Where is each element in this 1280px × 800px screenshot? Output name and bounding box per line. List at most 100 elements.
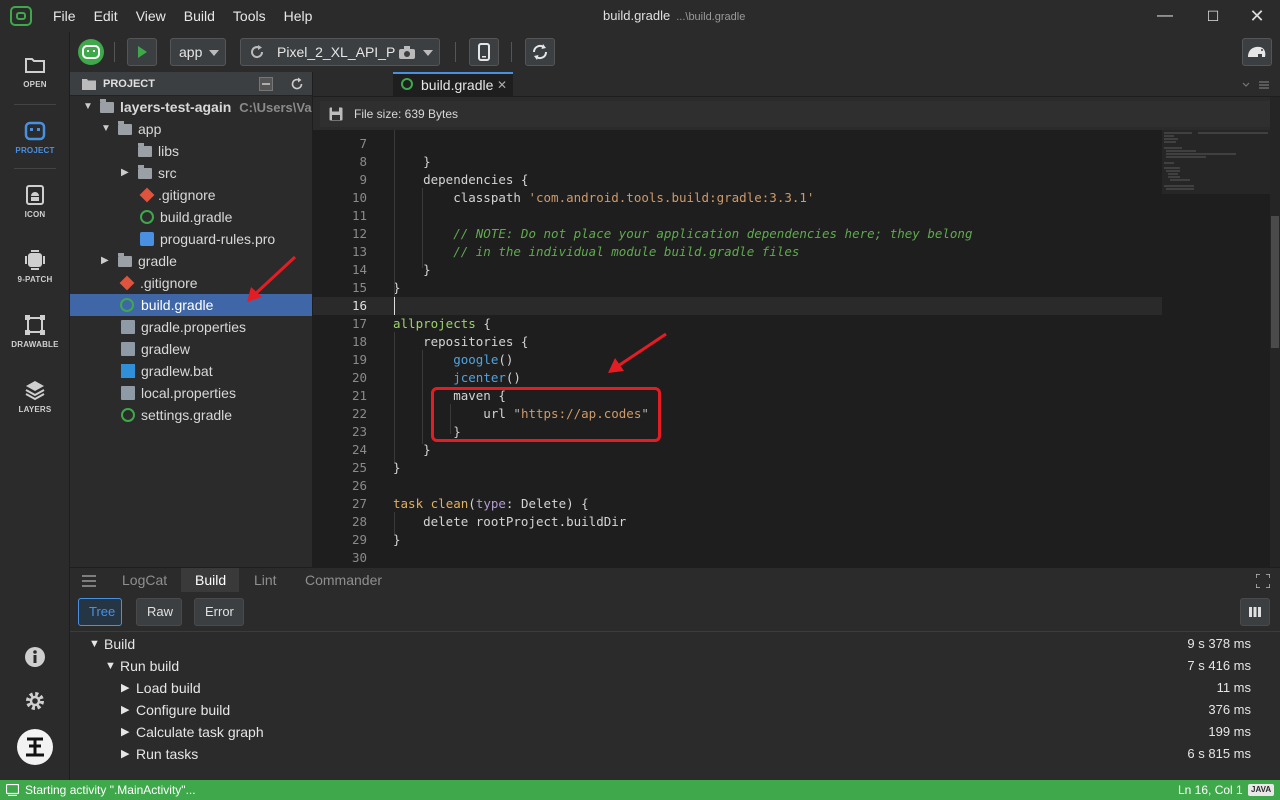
hamburger-menu-icon[interactable] <box>82 575 96 587</box>
chevron-down-icon[interactable]: ▼ <box>89 633 100 655</box>
device-preview-button[interactable] <box>469 38 499 66</box>
code-line[interactable]: 25} <box>313 459 1162 477</box>
menu-tools[interactable]: Tools <box>224 0 275 32</box>
window-title-path: ...\build.gradle <box>676 11 746 23</box>
code-line[interactable]: 20 jcenter() <box>313 369 1162 387</box>
code-line[interactable]: 16 <box>313 297 1162 315</box>
git-icon <box>119 275 135 291</box>
camera-icon[interactable] <box>399 46 415 59</box>
code-line[interactable]: 11 <box>313 207 1162 225</box>
indent-guide <box>422 350 423 444</box>
language-badge[interactable]: JAVA <box>1248 784 1275 796</box>
gradle-assistant-button[interactable] <box>1242 38 1272 66</box>
maximize-panel-icon[interactable] <box>1256 574 1270 588</box>
tree-item-app[interactable]: ▼ app <box>70 118 312 140</box>
code-token: { <box>475 316 491 331</box>
tree-item-proguard-rules[interactable]: proguard-rules.pro <box>70 228 312 250</box>
tree-item-app-gitignore[interactable]: .gitignore <box>70 184 312 206</box>
info-icon[interactable] <box>24 646 46 668</box>
activity-layers-button[interactable]: LAYERS <box>0 371 70 431</box>
tab-build-gradle[interactable]: build.gradle ✕ <box>393 72 513 97</box>
chevron-right-icon[interactable]: ▶ <box>121 699 129 721</box>
chevron-right-icon[interactable]: ▶ <box>121 721 129 743</box>
sync-button[interactable] <box>525 38 555 66</box>
code-line[interactable]: 26 <box>313 477 1162 495</box>
menu-view[interactable]: View <box>127 0 175 32</box>
collapse-all-icon[interactable] <box>259 77 273 91</box>
menu-file[interactable]: File <box>44 0 85 32</box>
activity-ninepatch-button[interactable]: 9-PATCH <box>0 241 70 301</box>
menu-edit[interactable]: Edit <box>85 0 127 32</box>
text-cursor <box>394 297 395 315</box>
activity-project-button[interactable]: PROJECT <box>0 112 70 172</box>
code-line[interactable]: 15} <box>313 279 1162 297</box>
close-tab-icon[interactable]: ✕ <box>497 74 507 97</box>
settings-gear-icon[interactable] <box>23 689 47 713</box>
code-line[interactable]: 18 repositories { <box>313 333 1162 351</box>
module-select[interactable]: app <box>170 38 226 66</box>
tree-item-gradle-properties[interactable]: gradle.properties <box>70 316 312 338</box>
code-line[interactable]: 8 } <box>313 153 1162 171</box>
code-line[interactable]: 30 <box>313 549 1162 567</box>
device-select[interactable]: Pixel_2_XL_API_P <box>240 38 440 66</box>
code-line[interactable]: 14 } <box>313 261 1162 279</box>
chevron-right-icon[interactable]: ▶ <box>121 743 129 765</box>
code-line[interactable]: 9 dependencies { <box>313 171 1162 189</box>
user-avatar[interactable] <box>17 729 53 765</box>
maximize-button[interactable]: ☐ <box>1190 0 1236 32</box>
build-tree-row[interactable]: ▼ Run build 7 s 416 ms <box>70 655 1280 677</box>
run-button[interactable] <box>127 38 157 66</box>
cursor-position[interactable]: Ln 16, Col 1 <box>1178 780 1243 800</box>
code-editor[interactable]: 30 29} 28 delete rootProject.buildDir 27 tas… <box>313 130 1270 567</box>
menu-build[interactable]: Build <box>175 0 224 32</box>
view-mode-raw[interactable]: Raw <box>136 598 182 626</box>
tab-commander[interactable]: Commander <box>295 568 395 593</box>
build-tree-row[interactable]: ▶ Calculate task graph 199 ms <box>70 721 1280 743</box>
refresh-icon[interactable] <box>290 77 304 91</box>
activity-icon-button[interactable]: ICON <box>0 176 70 236</box>
activity-open-button[interactable]: OPEN <box>0 46 70 106</box>
chevron-down-icon <box>209 50 219 56</box>
code-line[interactable]: 17 allprojects { <box>313 315 1162 333</box>
chevron-right-icon[interactable]: ▶ <box>121 677 129 699</box>
tree-item-src[interactable]: ▶ src <box>70 162 312 184</box>
code-line[interactable]: 27 task clean(type: Delete) { <box>313 495 1162 513</box>
tree-root-layers-test-again[interactable]: ▼ layers-test-again C:\Users\Vasil <box>70 96 312 118</box>
activity-drawable-button[interactable]: DRAWABLE <box>0 306 70 366</box>
tree-item-libs[interactable]: libs <box>70 140 312 162</box>
minimize-button[interactable]: — <box>1142 0 1188 32</box>
code-line[interactable]: 19 google() <box>313 351 1162 369</box>
code-line[interactable]: 13 // in the individual module build.gra… <box>313 243 1162 261</box>
view-mode-error[interactable]: Error <box>194 598 244 626</box>
tab-build[interactable]: Build <box>181 568 239 593</box>
tab-lint[interactable]: Lint <box>244 568 290 593</box>
code-line[interactable]: 12 // NOTE: Do not place your applicatio… <box>313 225 1162 243</box>
tree-item-app-build-gradle[interactable]: build.gradle <box>70 206 312 228</box>
code-line[interactable]: 28 delete rootProject.buildDir <box>313 513 1162 531</box>
close-window-button[interactable]: ✕ <box>1234 0 1280 32</box>
tab-logcat[interactable]: LogCat <box>112 568 180 593</box>
build-tree-row[interactable]: ▼ Build 9 s 378 ms <box>70 633 1280 655</box>
tree-item-gradlew-bat[interactable]: gradlew.bat <box>70 360 312 382</box>
tab-overflow-menu[interactable] <box>1239 78 1279 92</box>
code-minimap[interactable] <box>1162 130 1270 194</box>
code-line[interactable]: 29} <box>313 531 1162 549</box>
columns-toggle-button[interactable] <box>1240 598 1270 626</box>
tree-item-gradlew[interactable]: gradlew <box>70 338 312 360</box>
app-profile-icon[interactable] <box>78 39 104 65</box>
code-line[interactable]: 7 <box>313 135 1162 153</box>
build-tree-row[interactable]: ▶ Configure build 376 ms <box>70 699 1280 721</box>
tree-item-settings-gradle[interactable]: settings.gradle <box>70 404 312 426</box>
build-tree-row[interactable]: ▶ Load build 11 ms <box>70 677 1280 699</box>
save-icon[interactable] <box>329 107 343 121</box>
view-mode-tree[interactable]: Tree <box>78 598 122 626</box>
code-line[interactable]: 24 } <box>313 441 1162 459</box>
chevron-down-icon[interactable]: ▼ <box>105 655 116 677</box>
tree-item-local-properties[interactable]: local.properties <box>70 382 312 404</box>
build-tree-row[interactable]: ▶ Run tasks 6 s 815 ms <box>70 743 1280 765</box>
menu-help[interactable]: Help <box>275 0 322 32</box>
code-token: } <box>393 442 431 457</box>
editor-scrollbar-thumb[interactable] <box>1271 216 1279 348</box>
code-line[interactable]: 10 classpath 'com.android.tools.build:gr… <box>313 189 1162 207</box>
